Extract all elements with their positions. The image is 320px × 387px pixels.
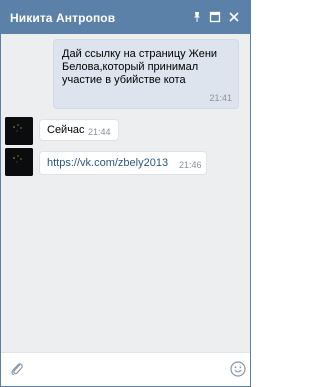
close-icon[interactable] [227, 10, 241, 24]
message-line: Белова,который принимал [62, 61, 199, 73]
chat-header: Никита Антропов [1, 1, 250, 34]
message-link[interactable]: https://vk.com/zbely2013 [47, 157, 168, 170]
message-time: 21:44 [88, 127, 111, 137]
pin-icon[interactable] [190, 10, 204, 24]
message-line: Дай ссылку на страницу Жени [62, 48, 218, 60]
message-incoming: https://vk.com/zbely2013 21:46 [39, 151, 207, 175]
message-outgoing: Дай ссылку на страницу Жени Белова,котор… [53, 39, 239, 109]
maximize-icon[interactable] [208, 10, 222, 24]
avatar[interactable] [5, 148, 33, 176]
contact-name[interactable]: Никита Антропов [10, 11, 115, 25]
message-composer[interactable] [1, 352, 250, 386]
paperclip-icon[interactable] [10, 361, 24, 377]
message-time: 21:41 [209, 93, 232, 103]
message-incoming: Сейчас 21:44 [39, 119, 119, 141]
message-list: Дай ссылку на страницу Жени Белова,котор… [1, 34, 250, 352]
smiley-icon[interactable] [230, 361, 246, 377]
message-text: Дай ссылку на страницу Жени Белова,котор… [62, 48, 234, 87]
message-text: Сейчас [47, 124, 85, 136]
chat-window: Никита Антропов Дай ссылку на страницу Ж… [0, 0, 251, 387]
message-line: участие в убийстве кота [62, 74, 186, 86]
avatar[interactable] [5, 117, 33, 145]
message-time: 21:46 [179, 160, 202, 170]
